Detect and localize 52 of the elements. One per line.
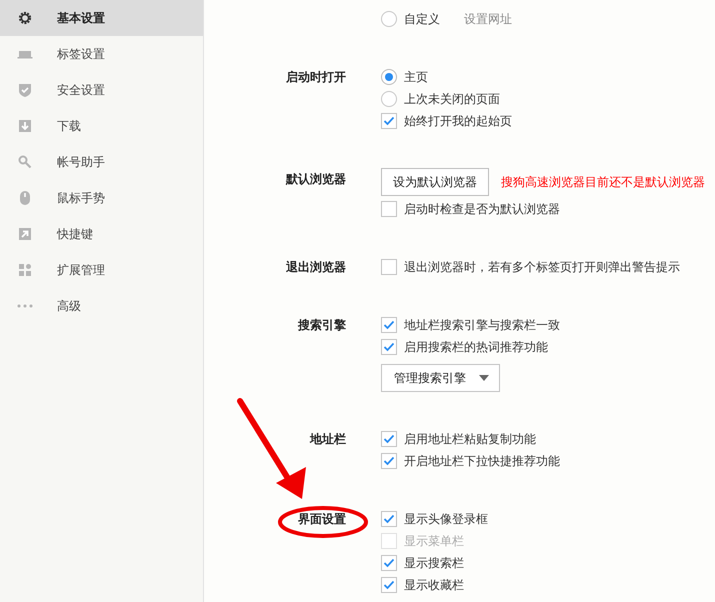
sidebar-item[interactable]: 安全设置 bbox=[0, 72, 203, 108]
checkbox[interactable] bbox=[381, 555, 397, 571]
grid-icon bbox=[16, 262, 32, 278]
set-default-browser-button[interactable]: 设为默认浏览器 bbox=[381, 168, 489, 196]
default-browser-warning: 搜狗高速浏览器目前还不是默认浏览器 bbox=[501, 174, 705, 191]
checkbox-label: 显示收藏栏 bbox=[404, 577, 464, 594]
sidebar-item[interactable]: 高级 bbox=[0, 288, 203, 324]
checkbox[interactable] bbox=[381, 317, 397, 333]
checkbox[interactable] bbox=[381, 453, 397, 469]
checkbox-label: 显示头像登录框 bbox=[404, 511, 488, 528]
caret-icon bbox=[479, 375, 489, 381]
checkbox[interactable] bbox=[381, 259, 397, 275]
section-label: 启动时打开 bbox=[286, 69, 346, 86]
manage-search-engines-dropdown[interactable]: 管理搜索引擎 bbox=[381, 364, 500, 392]
checkbox-label: 开启地址栏下拉快捷推荐功能 bbox=[404, 453, 560, 470]
checkbox[interactable] bbox=[381, 113, 397, 129]
checkbox-label: 启动时检查是否为默认浏览器 bbox=[404, 201, 560, 218]
shortcut-icon bbox=[16, 226, 32, 242]
checkbox-label: 显示搜索栏 bbox=[404, 555, 464, 572]
sidebar-item[interactable]: 标签设置 bbox=[0, 36, 203, 72]
radio-label: 上次未关闭的页面 bbox=[404, 91, 500, 108]
radio-button[interactable] bbox=[381, 91, 397, 107]
section-label: 地址栏 bbox=[310, 431, 346, 448]
radio-label: 自定义 bbox=[404, 11, 440, 28]
checkbox-label: 始终打开我的起始页 bbox=[404, 113, 512, 130]
checkbox-label: 显示菜单栏 bbox=[404, 533, 464, 550]
radio-button[interactable] bbox=[381, 11, 397, 27]
section-label: 默认浏览器 bbox=[286, 171, 346, 188]
checkbox[interactable] bbox=[381, 339, 397, 355]
checkbox-label: 启用搜索栏的热词推荐功能 bbox=[404, 339, 548, 356]
radio-label: 主页 bbox=[404, 69, 428, 86]
checkbox[interactable] bbox=[381, 577, 397, 593]
more-icon bbox=[16, 304, 32, 308]
sidebar-item[interactable]: 快捷键 bbox=[0, 216, 203, 252]
sidebar-item[interactable]: 基本设置 bbox=[0, 0, 203, 36]
checkbox[interactable] bbox=[381, 201, 397, 217]
checkbox-label: 退出浏览器时，若有多个标签页打开则弹出警告提示 bbox=[404, 259, 680, 276]
checkbox[interactable] bbox=[381, 511, 397, 527]
radio-button[interactable] bbox=[381, 69, 397, 85]
gear-icon bbox=[16, 10, 32, 26]
checkbox[interactable] bbox=[381, 431, 397, 447]
sidebar-item[interactable]: 扩展管理 bbox=[0, 252, 203, 288]
shield-icon bbox=[16, 82, 32, 98]
download-icon bbox=[16, 118, 32, 134]
section-label: 退出浏览器 bbox=[286, 259, 346, 276]
section-label: 搜索引擎 bbox=[298, 317, 346, 334]
sidebar-item[interactable]: 下载 bbox=[0, 108, 203, 144]
sidebar-item[interactable]: 帐号助手 bbox=[0, 144, 203, 180]
checkbox-label: 启用地址栏粘贴复制功能 bbox=[404, 431, 536, 448]
section-label: 界面设置 bbox=[298, 511, 346, 528]
checkbox-label: 地址栏搜索引擎与搜索栏一致 bbox=[404, 317, 560, 334]
sidebar-item[interactable]: 鼠标手势 bbox=[0, 180, 203, 216]
